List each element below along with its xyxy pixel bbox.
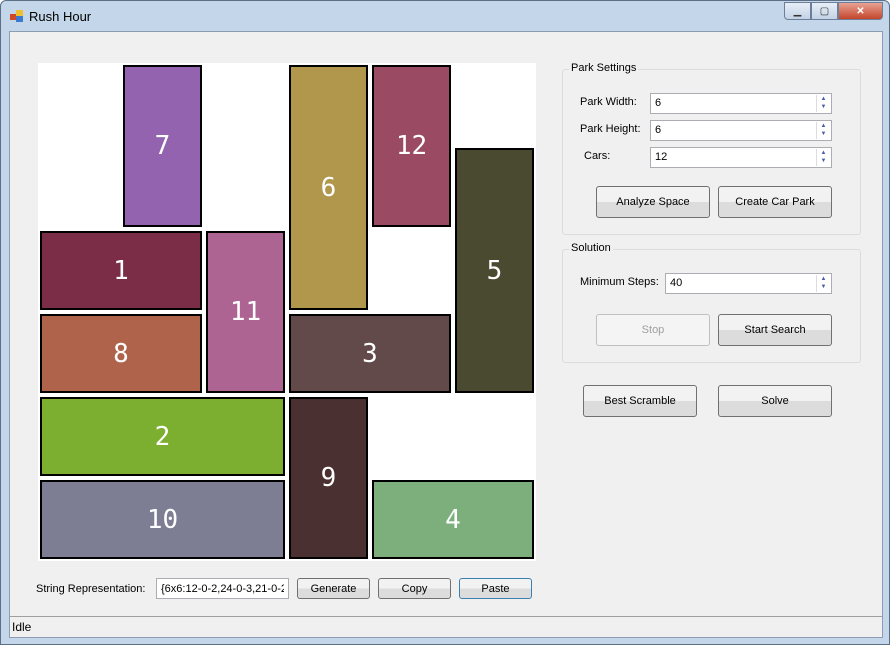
string-representation-input[interactable] [156, 578, 289, 599]
minimum-steps-input[interactable]: 40 ▲ ▼ [665, 273, 832, 294]
car-4[interactable]: 4 [372, 480, 534, 559]
park-width-value: 6 [655, 97, 662, 109]
park-width-input[interactable]: 6 ▲ ▼ [650, 93, 832, 114]
car-label: 5 [486, 255, 503, 286]
spinner-arrows-icon[interactable]: ▲ ▼ [816, 95, 830, 112]
app-icon [10, 10, 23, 22]
app-window: Rush Hour ▁ ▢ ✕ 7 6 12 5 1 11 8 3 2 9 10 4 String R… [0, 0, 890, 645]
create-car-park-button[interactable]: Create Car Park [718, 186, 832, 218]
window-title: Rush Hour [29, 9, 92, 24]
car-label: 3 [362, 338, 378, 369]
car-3[interactable]: 3 [289, 314, 451, 393]
car-10[interactable]: 10 [40, 480, 285, 559]
paste-button[interactable]: Paste [459, 578, 532, 599]
client-area: 761251118329104 String Representation: G… [9, 31, 883, 638]
car-5[interactable]: 5 [455, 148, 534, 393]
best-scramble-button[interactable]: Best Scramble [583, 385, 697, 417]
spinner-arrows-icon[interactable]: ▲ ▼ [816, 275, 830, 292]
copy-button[interactable]: Copy [378, 578, 451, 599]
car-label: 12 [395, 131, 428, 161]
car-label: 1 [113, 255, 129, 286]
car-11[interactable]: 11 [206, 231, 285, 393]
park-height-label: Park Height: [580, 123, 641, 135]
car-9[interactable]: 9 [289, 397, 368, 559]
car-park-board[interactable]: 7 6 12 5 1 11 8 3 2 9 10 4 [38, 63, 536, 561]
spinner-arrows-icon[interactable]: ▲ ▼ [816, 122, 830, 139]
car-6[interactable]: 6 [289, 65, 368, 310]
car-8[interactable]: 8 [40, 314, 202, 393]
close-button[interactable]: ✕ [838, 2, 883, 20]
status-text: Idle [12, 620, 32, 634]
cars-value: 12 [655, 151, 668, 163]
minimum-steps-label: Minimum Steps: [580, 276, 659, 288]
car-7[interactable]: 7 [123, 65, 202, 227]
start-search-button[interactable]: Start Search [718, 314, 832, 346]
cars-input[interactable]: 12 ▲ ▼ [650, 147, 832, 168]
solve-button[interactable]: Solve [718, 385, 832, 417]
car-label: 9 [320, 463, 337, 493]
cars-label: Cars: [584, 150, 611, 162]
spinner-arrows-icon[interactable]: ▲ ▼ [816, 149, 830, 166]
park-settings-title: Park Settings [569, 62, 639, 74]
solution-title: Solution [569, 242, 613, 254]
car-label: 6 [320, 172, 337, 203]
string-representation-label: String Representation: [36, 583, 146, 595]
stop-button[interactable]: Stop [596, 314, 710, 346]
car-label: 7 [154, 131, 171, 161]
car-label: 2 [154, 421, 171, 452]
car-2[interactable]: 2 [40, 397, 285, 476]
minimize-button[interactable]: ▁ [784, 2, 811, 20]
minimum-steps-value: 40 [670, 277, 683, 289]
park-width-label: Park Width: [580, 96, 637, 108]
maximize-button[interactable]: ▢ [811, 2, 838, 20]
status-bar: Idle [10, 616, 882, 637]
car-label: 11 [229, 297, 262, 327]
car-label: 10 [146, 504, 179, 535]
generate-button[interactable]: Generate [297, 578, 370, 599]
car-12[interactable]: 12 [372, 65, 451, 227]
car-label: 4 [445, 504, 461, 535]
park-height-value: 6 [655, 124, 662, 136]
park-height-input[interactable]: 6 ▲ ▼ [650, 120, 832, 141]
car-1[interactable]: 1 [40, 231, 202, 310]
car-label: 8 [113, 338, 129, 369]
analyze-space-button[interactable]: Analyze Space [596, 186, 710, 218]
